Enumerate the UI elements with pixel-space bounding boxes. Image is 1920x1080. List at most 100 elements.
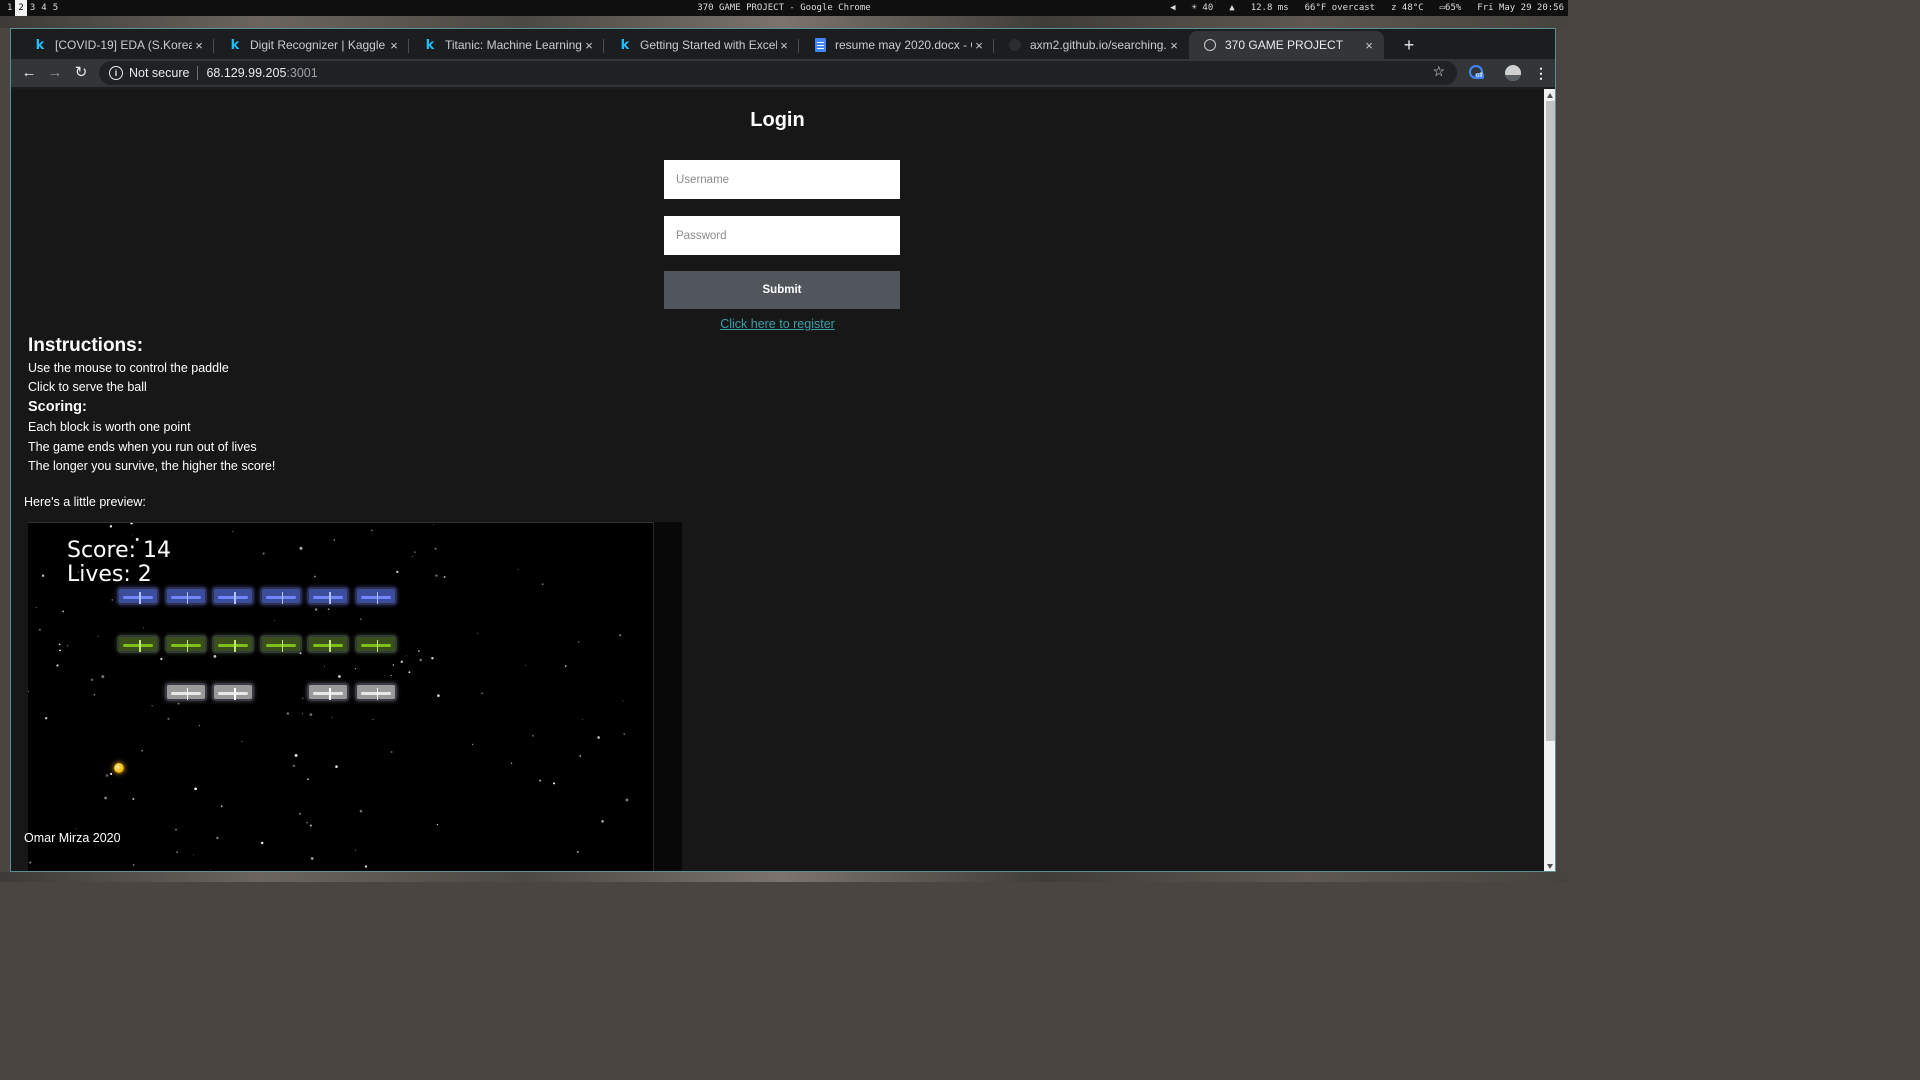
star [601, 820, 604, 823]
page-scrollbar[interactable] [1544, 89, 1555, 871]
close-icon[interactable]: × [582, 38, 596, 53]
page-content: Login Submit Click here to register Inst… [11, 89, 1544, 871]
star [38, 628, 41, 631]
workspace-3[interactable]: 3 [27, 0, 38, 16]
reload-icon[interactable]: ↻ [71, 63, 91, 83]
star [619, 634, 622, 636]
star [323, 665, 325, 667]
ping-indicator: 12.8 ms [1250, 3, 1289, 13]
star [67, 645, 69, 647]
star [405, 655, 407, 657]
star [435, 574, 438, 577]
close-icon[interactable]: × [777, 38, 791, 53]
star [396, 570, 399, 574]
tab-titanic[interactable]: k Titanic: Machine Learning from Disaste… [409, 31, 604, 59]
username-input[interactable] [664, 160, 900, 199]
star [109, 525, 113, 528]
clock: Fri May 29 20:56 [1477, 3, 1564, 13]
bookmark-star-icon[interactable]: ☆ [1432, 63, 1445, 80]
star [241, 740, 243, 742]
scoring-line: The longer you survive, the higher the s… [28, 458, 276, 473]
star [302, 697, 304, 699]
star [176, 851, 178, 853]
tab-370-game-project[interactable]: 370 GAME PROJECT × [1189, 31, 1384, 59]
submit-button[interactable]: Submit [664, 271, 900, 309]
star [309, 713, 313, 716]
register-link-container: Click here to register [11, 317, 1544, 331]
star [110, 772, 113, 775]
star [313, 575, 316, 578]
new-tab-button[interactable]: + [1396, 31, 1422, 59]
star [177, 702, 180, 705]
close-icon[interactable]: × [1362, 38, 1376, 53]
star [302, 712, 304, 714]
workspace-4[interactable]: 4 [38, 0, 49, 16]
star [371, 529, 373, 532]
back-icon[interactable]: ← [19, 63, 39, 83]
blue-block [307, 587, 349, 605]
close-icon[interactable]: × [972, 38, 986, 53]
star [299, 812, 301, 815]
star [101, 675, 105, 679]
register-link[interactable]: Click here to register [720, 317, 835, 331]
star [411, 556, 413, 558]
profile-avatar-icon[interactable] [1503, 63, 1523, 83]
url-port: :3001 [286, 66, 318, 80]
star [294, 753, 298, 757]
extension-icon[interactable]: off [1467, 63, 1487, 83]
forward-icon[interactable]: → [45, 63, 65, 83]
green-block [307, 635, 349, 653]
close-icon[interactable]: × [192, 38, 206, 53]
star [192, 854, 194, 856]
tab-digit-recognizer[interactable]: k Digit Recognizer | Kaggle × [214, 31, 409, 59]
star [471, 743, 474, 746]
system-status-bar: 1 2 3 4 5 370 GAME PROJECT - Google Chro… [0, 0, 1568, 16]
star [408, 671, 411, 674]
close-icon[interactable]: × [1167, 38, 1181, 53]
tab-title: Titanic: Machine Learning from Disaster [445, 38, 582, 52]
security-label[interactable]: Not secure [129, 66, 189, 80]
star [335, 765, 338, 768]
star [314, 608, 318, 611]
scrollbar-thumb[interactable] [1546, 101, 1555, 741]
star [625, 798, 629, 802]
workspace-5[interactable]: 5 [50, 0, 61, 16]
browser-window: k [COVID-19] EDA (S.Korea) | Kaggle × k … [10, 28, 1556, 872]
tab-resume[interactable]: resume may 2020.docx - Google Docs × [799, 31, 994, 59]
star [581, 719, 583, 721]
star [141, 750, 143, 752]
kaggle-icon: k [425, 37, 435, 53]
volume-icon: ◀ [1170, 3, 1176, 13]
star [597, 736, 600, 739]
scroll-up-icon[interactable] [1547, 93, 1553, 98]
workspace-1[interactable]: 1 [4, 0, 15, 16]
tab-github-searching[interactable]: axm2.github.io/searching.html × [994, 31, 1189, 59]
status-indicators: ◀ ☀ 40 ▲ 12.8 ms 66°F overcast z 48°C ▭6… [1170, 0, 1564, 16]
star [433, 524, 435, 526]
star [564, 665, 567, 667]
address-bar[interactable]: i Not secure 68.129.99.205 :3001 ☆ [99, 61, 1457, 85]
workspace-switcher: 1 2 3 4 5 [4, 0, 61, 16]
star [419, 658, 423, 662]
star [175, 828, 177, 831]
star [132, 534, 134, 536]
kebab-menu-icon[interactable]: ⋮ [1531, 63, 1551, 83]
star [436, 823, 439, 826]
info-icon[interactable]: i [109, 66, 123, 80]
scoring-heading: Scoring: [28, 399, 87, 416]
star [577, 851, 579, 853]
gray-block [212, 683, 254, 701]
footer-credit: Omar Mirza 2020 [24, 831, 121, 845]
cpu-temperature: z 48°C [1391, 3, 1424, 13]
tab-excel[interactable]: k Getting Started with Excel × [604, 31, 799, 59]
preview-label: Here's a little preview: [24, 495, 146, 509]
score-display: Score: 14 [67, 538, 172, 563]
close-icon[interactable]: × [387, 38, 401, 53]
password-input[interactable] [664, 216, 900, 255]
workspace-2[interactable]: 2 [15, 0, 27, 16]
star [414, 551, 416, 553]
tab-covid-eda[interactable]: k [COVID-19] EDA (S.Korea) | Kaggle × [19, 31, 214, 59]
instructions-section: Instructions: Use the mouse to control t… [28, 333, 275, 476]
star [97, 635, 99, 637]
scroll-down-icon[interactable] [1547, 864, 1553, 869]
